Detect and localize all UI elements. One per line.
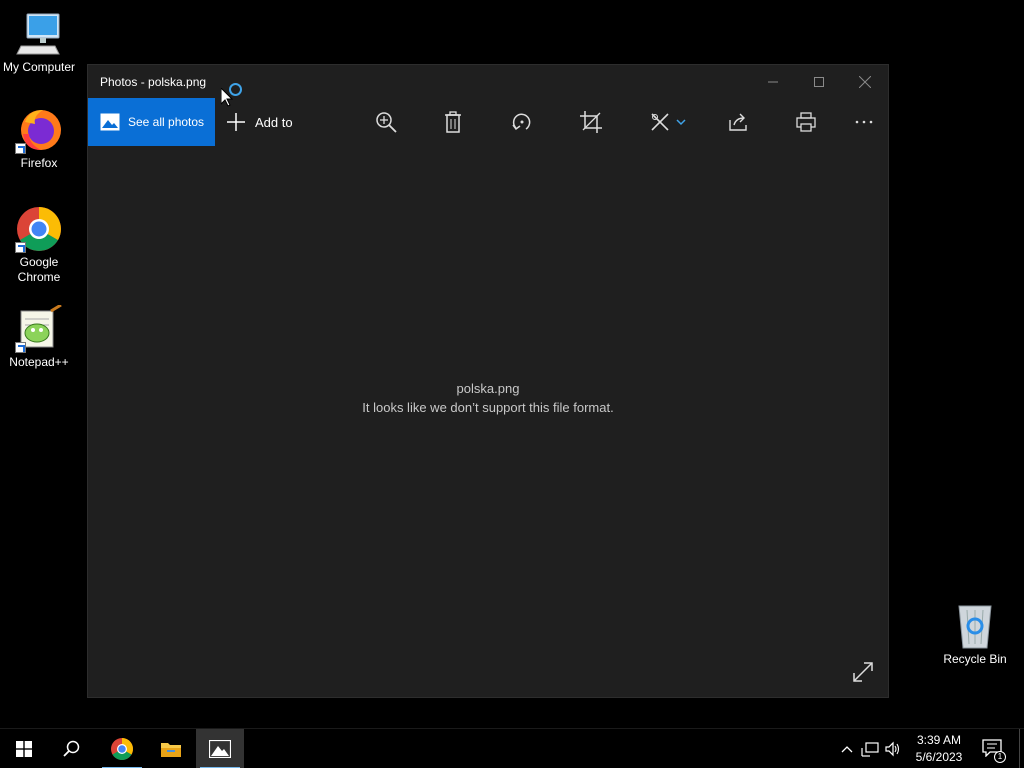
clock-button[interactable]: 3:39 AM 5/6/2023	[906, 732, 972, 766]
desktop-icon-firefox[interactable]: Firefox	[0, 106, 79, 171]
notepadpp-icon	[15, 303, 63, 353]
recycle-bin-icon	[951, 602, 999, 650]
taskbar-chrome[interactable]	[98, 729, 146, 768]
photos-icon	[209, 740, 231, 758]
maximize-icon	[814, 76, 824, 87]
desktop-icon-label: Google Chrome	[17, 255, 61, 284]
expand-icon	[853, 662, 873, 682]
edit-create-button[interactable]	[643, 98, 693, 146]
desktop-icon-notepadpp[interactable]: Notepad++	[0, 303, 79, 370]
fullscreen-button[interactable]	[850, 659, 876, 685]
minimize-icon	[768, 81, 778, 82]
clock-date: 5/6/2023	[915, 750, 963, 764]
network-button[interactable]	[861, 739, 879, 759]
rotate-icon	[512, 113, 531, 131]
close-button[interactable]	[842, 65, 888, 98]
edit-pencil-icon	[651, 113, 669, 131]
notification-count-badge: 1	[994, 751, 1006, 763]
zoom-button[interactable]	[364, 98, 408, 146]
mouse-cursor-icon	[220, 86, 234, 112]
plus-icon	[227, 113, 245, 131]
window-titlebar[interactable]: Photos - polska.png	[88, 65, 888, 98]
shortcut-arrow-icon	[15, 342, 26, 353]
rotate-button[interactable]	[500, 98, 544, 146]
show-hidden-icons-button[interactable]	[838, 739, 856, 759]
chevron-up-icon	[841, 746, 853, 753]
delete-button[interactable]	[431, 98, 475, 146]
start-button[interactable]	[0, 729, 48, 768]
firefox-icon	[15, 106, 63, 154]
taskbar: 3:39 AM 5/6/2023 1	[0, 728, 1024, 768]
minimize-button[interactable]	[750, 65, 796, 98]
crop-icon	[580, 111, 602, 133]
action-center-button[interactable]: 1	[980, 737, 1006, 763]
add-to-button[interactable]: Add to	[226, 98, 293, 146]
see-all-photos-button[interactable]: See all photos	[88, 98, 215, 146]
see-all-photos-label: See all photos	[128, 115, 205, 129]
message-filename: polska.png	[456, 381, 520, 396]
desktop-icon-label: Recycle Bin	[943, 652, 1007, 666]
shortcut-arrow-icon	[15, 143, 26, 154]
folder-icon	[161, 743, 181, 757]
clock-time: 3:39 AM	[916, 733, 962, 747]
more-dots-icon	[855, 120, 873, 124]
unsupported-format-message: polska.png It looks like we don’t suppor…	[88, 379, 888, 417]
shortcut-arrow-icon	[15, 242, 26, 253]
print-button[interactable]	[784, 98, 828, 146]
close-icon	[859, 75, 871, 88]
computer-icon	[15, 10, 63, 58]
chevron-down-icon	[676, 119, 686, 126]
search-icon	[63, 740, 80, 757]
photos-window: Photos - polska.png See all photos Add t…	[87, 64, 889, 698]
desktop-icon-label: My Computer	[2, 60, 76, 74]
share-button[interactable]	[716, 98, 760, 146]
desktop-icon-recycle-bin[interactable]: Recycle Bin	[935, 602, 1015, 667]
volume-button[interactable]	[884, 739, 902, 759]
desktop-icon-label: Notepad++	[9, 355, 69, 369]
desktop-icon-label: Firefox	[20, 156, 58, 170]
desktop-icon-my-computer[interactable]: My Computer	[0, 10, 79, 75]
desktop-icon-google-chrome[interactable]: Google Chrome	[0, 205, 79, 285]
crop-button[interactable]	[569, 98, 613, 146]
maximize-button[interactable]	[796, 65, 842, 98]
window-title: Photos - polska.png	[100, 75, 207, 89]
search-button[interactable]	[48, 729, 96, 768]
message-error: It looks like we don’t support this file…	[362, 400, 614, 415]
more-options-button[interactable]	[842, 98, 886, 146]
chrome-icon	[15, 205, 63, 253]
speaker-icon	[885, 741, 900, 757]
show-desktop-button[interactable]	[1019, 729, 1024, 768]
chrome-icon	[111, 738, 133, 760]
taskbar-file-explorer[interactable]	[147, 729, 195, 768]
add-to-label: Add to	[255, 114, 293, 130]
network-icon	[861, 742, 879, 757]
zoom-in-icon	[376, 112, 397, 133]
photos-toolbar: See all photos Add to	[88, 98, 888, 146]
taskbar-photos[interactable]	[196, 729, 244, 768]
printer-icon	[796, 112, 816, 132]
share-icon	[729, 113, 747, 131]
windows-logo-icon	[16, 741, 32, 757]
trash-icon	[445, 111, 461, 133]
photo-gallery-icon	[100, 113, 120, 131]
